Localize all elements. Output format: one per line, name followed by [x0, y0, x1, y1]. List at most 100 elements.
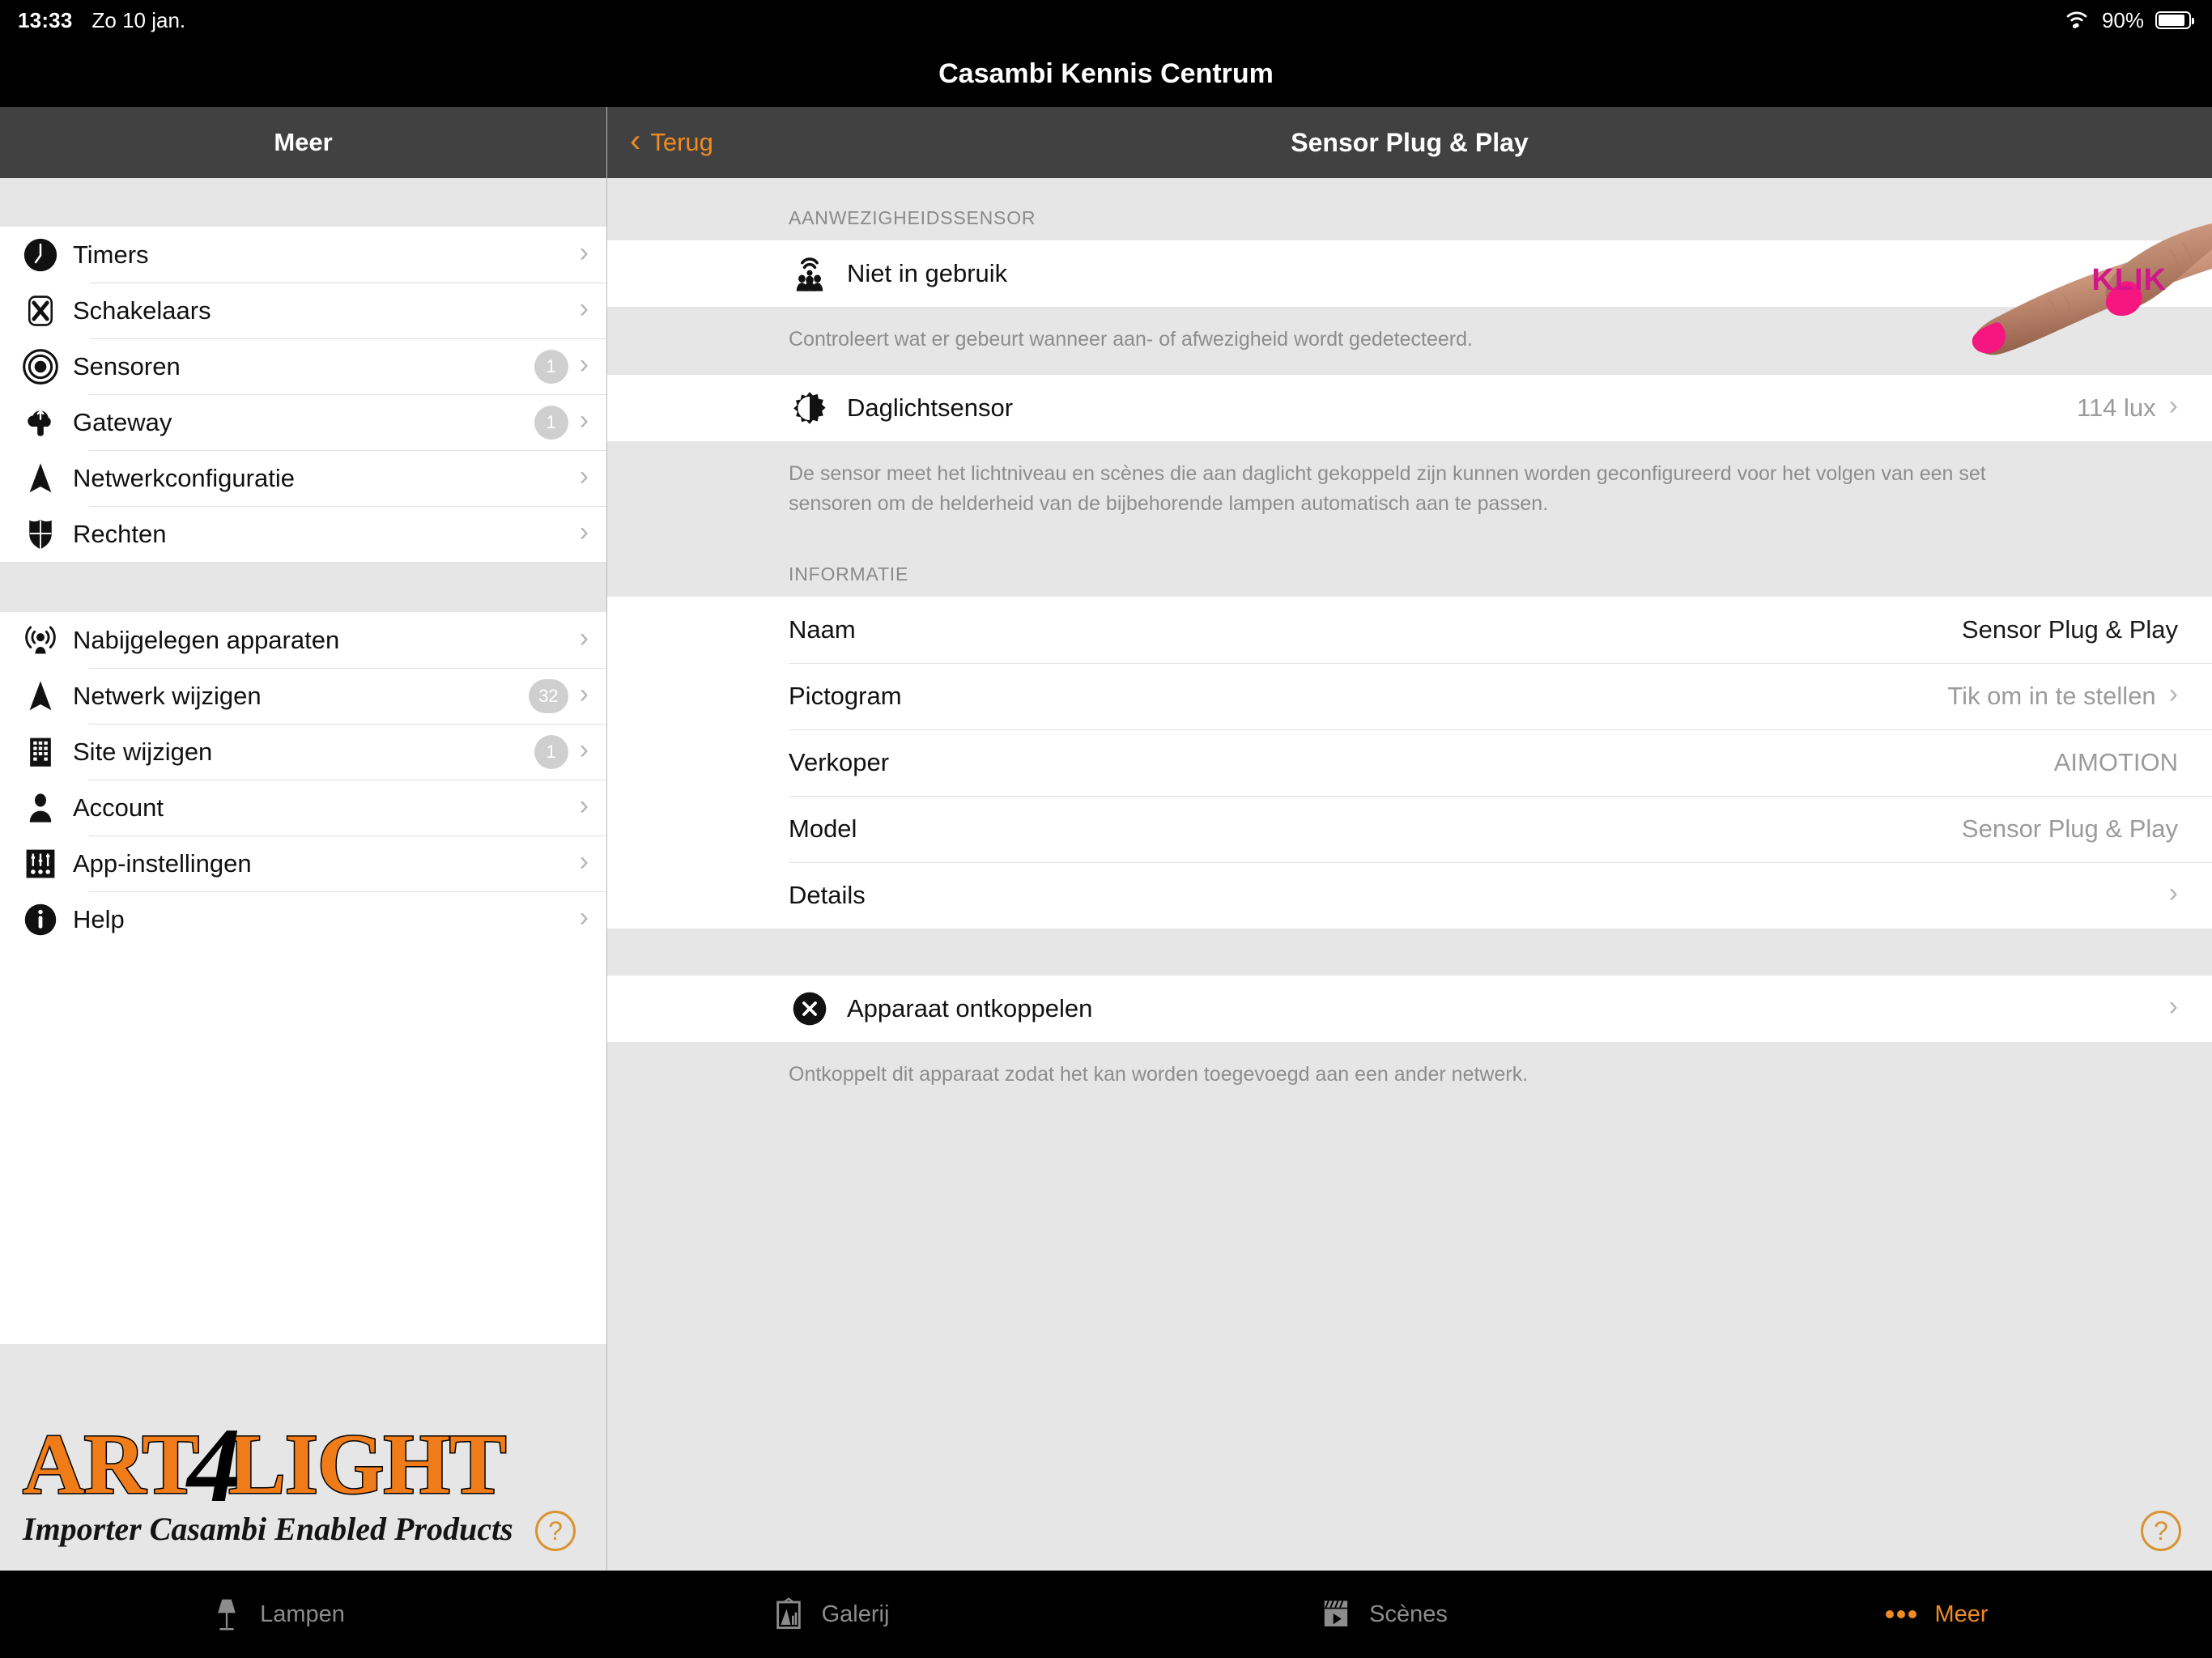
sidebar-item-rechten[interactable]: Rechten › — [0, 506, 606, 562]
status-badge: 1 — [534, 349, 568, 384]
status-bar: 13:33 Zo 10 jan. 90% — [0, 0, 2212, 40]
left-group-divider — [0, 562, 606, 612]
unpair-device-label: Apparaat ontkoppelen — [847, 993, 1093, 1022]
sidebar-item-schakelaars[interactable]: Schakelaars › — [0, 283, 606, 338]
row-right: 1 › — [534, 734, 589, 769]
tab-label: Galerij — [821, 1601, 890, 1627]
back-button[interactable]: ‹ Terug — [630, 125, 713, 159]
info-icon — [18, 897, 63, 942]
row-right: › — [580, 624, 589, 654]
row-right: 114 lux › — [2077, 392, 2178, 423]
shield-icon — [18, 512, 63, 557]
row-right: › — [579, 236, 589, 269]
unpair-device-row[interactable]: Apparaat ontkoppelen › — [607, 975, 2212, 1042]
info-row-details[interactable]: Details › — [607, 861, 2212, 929]
nearby-devices-icon — [18, 618, 63, 663]
tab-scenes[interactable]: Scènes — [1106, 1571, 1659, 1658]
network-icon — [18, 674, 63, 719]
info-row-pictogram[interactable]: Pictogram Tik om in te stellen › — [607, 662, 2212, 729]
info-row-verkoper[interactable]: Verkoper AIMOTION — [607, 729, 2212, 796]
section-header-informatie: INFORMATIE — [607, 538, 2212, 597]
daylight-card: Daglichtsensor 114 lux › — [607, 375, 2212, 442]
switch-icon — [18, 288, 63, 334]
info-value: Sensor Plug & Play — [1961, 814, 2178, 843]
status-badge: 32 — [529, 678, 568, 713]
app-title: Casambi Kennis Centrum — [938, 57, 1274, 89]
clapboard-icon — [1317, 1596, 1355, 1633]
sidebar-label: App-instellingen — [73, 848, 252, 878]
row-right: › — [2168, 877, 2178, 909]
chevron-right-icon: › — [2168, 256, 2178, 287]
daylight-sensor-label: Daglichtsensor — [847, 393, 1014, 423]
left-list-group-2: Nabijgelegen apparaten › Netwerk wijzige… — [0, 612, 606, 947]
info-card: Naam Sensor Plug & Play Pictogram Tik om… — [607, 596, 2212, 929]
row-right: 1 › — [534, 349, 589, 384]
tab-lampen[interactable]: Lampen — [0, 1571, 553, 1658]
tab-meer[interactable]: Meer — [1659, 1571, 2212, 1658]
chevron-right-icon: › — [579, 845, 589, 877]
right-help-button[interactable]: ? — [2141, 1511, 2181, 1551]
info-row-model[interactable]: Model Sensor Plug & Play — [607, 795, 2212, 862]
info-value: Sensor Plug & Play — [1961, 614, 2178, 644]
sidebar-label: Nabijgelegen apparaten — [73, 625, 340, 654]
sidebar-item-gateway[interactable]: Gateway 1 › — [0, 394, 606, 450]
right-pane: ‹ Terug Sensor Plug & Play AANWEZIGHEIDS… — [607, 107, 2212, 1571]
daylight-sensor-icon — [789, 387, 831, 429]
sidebar-item-account[interactable]: Account › — [0, 780, 606, 835]
sidebar-label: Account — [73, 793, 164, 822]
presence-sensor-row[interactable]: Niet in gebruik › — [607, 240, 2212, 307]
chevron-right-icon: › — [2168, 678, 2178, 709]
chevron-right-icon: › — [579, 404, 589, 436]
tab-label: Scènes — [1369, 1601, 1448, 1627]
row-right: 32 › — [529, 678, 589, 713]
daylight-sensor-row[interactable]: Daglichtsensor 114 lux › — [607, 375, 2212, 442]
info-value: AIMOTION — [2053, 747, 2178, 776]
left-pane: Meer Timers › Schakelaars › Sensoren 1 ›… — [0, 107, 607, 1571]
row-right: Tik om in te stellen › — [1947, 678, 2178, 711]
chevron-right-icon: › — [2168, 990, 2178, 1022]
status-time: 13:33 — [18, 7, 73, 32]
app-title-bar: Casambi Kennis Centrum — [0, 40, 2212, 107]
clock-icon — [18, 232, 63, 278]
sidebar-item-help[interactable]: Help › — [0, 891, 606, 947]
chevron-right-icon: › — [579, 516, 589, 547]
gallery-icon — [770, 1596, 807, 1633]
app-screen: 13:33 Zo 10 jan. 90% Casambi Kennis Cent… — [0, 0, 2212, 1658]
left-help-button[interactable]: ? — [535, 1511, 576, 1551]
row-right: Sensor Plug & Play — [1962, 615, 2178, 644]
sidebar-label: Help — [73, 904, 125, 933]
sidebar-item-sensoren[interactable]: Sensoren 1 › — [0, 338, 606, 394]
sensor-icon — [18, 344, 63, 389]
sidebar-item-site-wijzigen[interactable]: Site wijzigen 1 › — [0, 724, 606, 780]
status-date: Zo 10 jan. — [91, 7, 186, 32]
sidebar-item-nabijgelegen-apparaten[interactable]: Nabijgelegen apparaten › — [0, 612, 606, 668]
sidebar-item-netwerkconfiguratie[interactable]: Netwerkconfiguratie › — [0, 450, 606, 506]
row-right: › — [579, 460, 589, 492]
info-label: Details — [789, 880, 866, 909]
chevron-right-icon: › — [579, 789, 589, 821]
chevron-right-icon: › — [579, 460, 589, 491]
info-row-naam[interactable]: Naam Sensor Plug & Play — [607, 596, 2212, 663]
chevron-right-icon: › — [579, 236, 589, 268]
sidebar-item-netwerk-wijzigen[interactable]: Netwerk wijzigen 32 › — [0, 668, 606, 724]
unpair-card: Apparaat ontkoppelen › — [607, 975, 2212, 1042]
row-right: Sensor Plug & Play — [1962, 814, 2178, 844]
lamp-icon — [208, 1596, 245, 1633]
chevron-right-icon: › — [579, 901, 589, 933]
tab-bar: Lampen Galerij Scènes Meer — [0, 1571, 2212, 1658]
unpair-description: Ontkoppelt dit apparaat zodat het kan wo… — [607, 1041, 2212, 1110]
chevron-right-icon: › — [2168, 877, 2178, 908]
sidebar-item-app-instellingen[interactable]: App-instellingen › — [0, 835, 606, 891]
tab-galerij[interactable]: Galerij — [553, 1571, 1106, 1658]
left-bottom-filler — [0, 1344, 606, 1571]
status-right-cluster: 90% — [2063, 8, 2194, 33]
sidebar-label: Rechten — [73, 519, 167, 548]
chevron-right-icon: › — [579, 292, 589, 324]
info-value: Tik om in te stellen — [1947, 681, 2156, 710]
daylight-description: De sensor meet het lichtniveau en scènes… — [607, 441, 2212, 539]
network-icon — [18, 456, 63, 501]
sidebar-item-timers[interactable]: Timers › — [0, 227, 606, 283]
right-navbar: ‹ Terug Sensor Plug & Play — [607, 107, 2212, 178]
sidebar-label: Site wijzigen — [73, 737, 213, 766]
row-right: › — [579, 845, 589, 878]
